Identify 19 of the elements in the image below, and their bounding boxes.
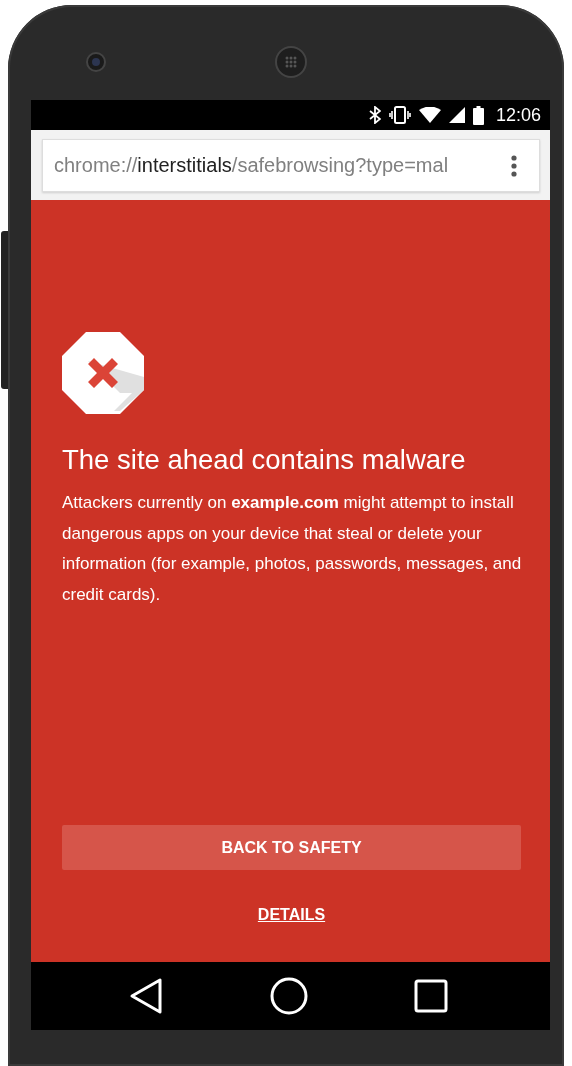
url-text: chrome://interstitials/safebrowsing?type=mal [54,154,449,177]
status-time: 12:06 [495,104,541,126]
battery-icon [472,105,484,125]
camera-icon [86,51,106,72]
warning-message: Attackers currently on example.com might attempt to install dangerous apps on your device that steal or delete your information (for example, photos, passwords, messages, and credit cards). [62,492,523,606]
error-icon [62,332,144,414]
details-link[interactable]: DETAILS [257,906,326,924]
back-to-safety-button[interactable]: BACK TO SAFETY [62,825,521,870]
home-icon[interactable] [270,977,308,1015]
vibrate-icon [388,106,411,124]
warning-title: The site ahead contains malware [62,444,466,476]
bluetooth-icon [368,106,381,124]
back-icon[interactable] [129,977,163,1015]
speaker-icon [275,45,307,78]
more-menu-icon[interactable] [511,154,517,177]
signal-icon [448,107,465,123]
recents-icon[interactable] [414,979,448,1013]
wifi-icon [418,107,441,123]
address-bar[interactable]: chrome://interstitials/safebrowsing?type=mal [42,139,540,192]
